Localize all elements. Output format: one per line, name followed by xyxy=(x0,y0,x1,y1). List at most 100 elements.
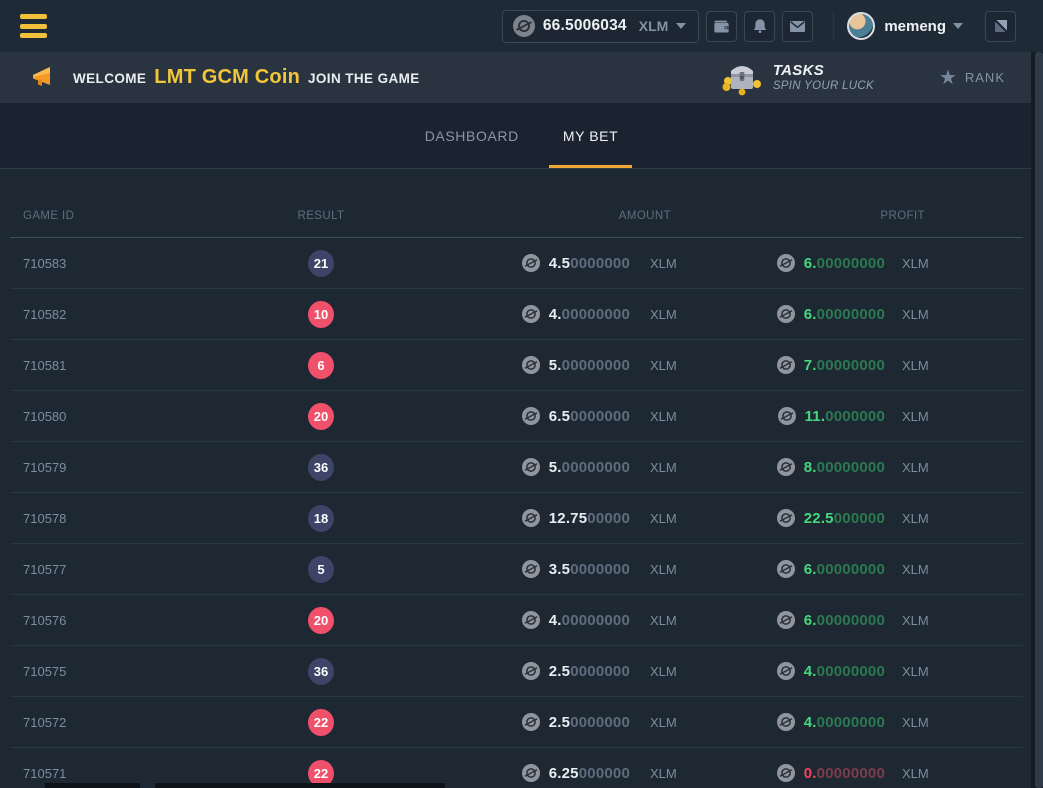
wallet-button[interactable] xyxy=(706,11,737,42)
xlm-coin-icon xyxy=(522,305,540,323)
tasks-title: TASKS xyxy=(773,62,874,79)
my-bet-table: GAME ID RESULT AMOUNT PROFIT 710583 21 4.5… xyxy=(10,169,1023,788)
rank-link[interactable]: ★ RANK xyxy=(939,68,1005,88)
table-row[interactable]: 710580206.50000000XLM11.0000000XLM xyxy=(10,391,1023,442)
result-cell: 22 xyxy=(273,709,369,736)
profit-cell: 6.00000000 xyxy=(745,560,885,578)
chevron-down-icon xyxy=(676,23,686,29)
game-id-cell: 710575 xyxy=(23,664,273,679)
tasks-subtitle: SPIN YOUR LUCK xyxy=(773,80,874,93)
table-row[interactable]: 710572222.50000000XLM4.00000000XLM xyxy=(10,697,1023,748)
xlm-coin-icon xyxy=(777,560,795,578)
chevron-down-icon[interactable] xyxy=(953,23,963,29)
amount-cell: 6.25000000 xyxy=(369,764,630,782)
xlm-coin-icon xyxy=(777,305,795,323)
chat-icon xyxy=(992,17,1010,35)
profit-currency: XLM xyxy=(885,715,1023,730)
amount-cell: 4.50000000 xyxy=(369,254,630,272)
amount-currency: XLM xyxy=(630,409,745,424)
hamburger-menu-icon[interactable] xyxy=(20,14,47,38)
profit-cell: 0.00000000 xyxy=(745,764,885,782)
xlm-coin-icon xyxy=(522,764,540,782)
navbar-separator xyxy=(833,11,834,41)
table-row[interactable]: 71058165.00000000XLM7.00000000XLM xyxy=(10,340,1023,391)
megaphone-icon xyxy=(30,65,58,91)
chat-toggle-button[interactable] xyxy=(985,11,1016,42)
amount-currency: XLM xyxy=(630,511,745,526)
balance-amount: 66.5006034 xyxy=(543,17,627,35)
top-navbar: 66.5006034 XLM memeng xyxy=(0,0,1043,52)
profit-currency: XLM xyxy=(885,307,1023,322)
amount-cell: 3.50000000 xyxy=(369,560,630,578)
username[interactable]: memeng xyxy=(884,18,946,35)
result-badge: 18 xyxy=(308,505,334,532)
result-cell: 21 xyxy=(273,250,369,277)
cropped-footer-strip xyxy=(155,783,445,788)
game-id-cell: 710579 xyxy=(23,460,273,475)
announcement-banner: WELCOME LMT GCM Coin JOIN THE GAME xyxy=(0,52,1043,103)
profit-cell: 11.0000000 xyxy=(745,407,885,425)
header-result: RESULT xyxy=(273,210,369,222)
result-cell: 6 xyxy=(273,352,369,379)
amount-cell: 5.00000000 xyxy=(369,356,630,374)
amount-cell: 2.50000000 xyxy=(369,662,630,680)
scrollbar-thumb[interactable] xyxy=(1035,52,1043,788)
table-row[interactable]: 7105781812.7500000XLM22.5000000XLM xyxy=(10,493,1023,544)
table-row[interactable]: 710576204.00000000XLM6.00000000XLM xyxy=(10,595,1023,646)
result-badge: 10 xyxy=(308,301,334,328)
result-cell: 20 xyxy=(273,403,369,430)
app-root: 66.5006034 XLM memeng xyxy=(0,0,1043,788)
amount-cell: 12.7500000 xyxy=(369,509,630,527)
result-cell: 20 xyxy=(273,607,369,634)
profit-cell: 6.00000000 xyxy=(745,611,885,629)
table-row[interactable]: 710579365.00000000XLM8.00000000XLM xyxy=(10,442,1023,493)
result-cell: 36 xyxy=(273,454,369,481)
game-id-cell: 710578 xyxy=(23,511,273,526)
header-game-id: GAME ID xyxy=(23,210,273,222)
welcome-message: WELCOME LMT GCM Coin JOIN THE GAME xyxy=(73,66,420,89)
rank-label: RANK xyxy=(965,70,1005,85)
game-id-cell: 710577 xyxy=(23,562,273,577)
game-id-cell: 710571 xyxy=(23,766,273,781)
result-badge: 6 xyxy=(308,352,334,379)
game-id-cell: 710580 xyxy=(23,409,273,424)
star-icon: ★ xyxy=(939,68,957,88)
amount-currency: XLM xyxy=(630,358,745,373)
profit-currency: XLM xyxy=(885,256,1023,271)
welcome-suffix: JOIN THE GAME xyxy=(308,71,420,86)
xlm-coin-icon xyxy=(522,356,540,374)
result-badge: 21 xyxy=(308,250,334,277)
tab-dashboard[interactable]: DASHBOARD xyxy=(411,103,533,168)
table-row[interactable]: 710575362.50000000XLM4.00000000XLM xyxy=(10,646,1023,697)
xlm-coin-icon xyxy=(777,662,795,680)
profit-currency: XLM xyxy=(885,766,1023,781)
messages-button[interactable] xyxy=(782,11,813,42)
table-row[interactable]: 710583214.50000000XLM6.00000000XLM xyxy=(10,238,1023,289)
result-badge: 5 xyxy=(308,556,334,583)
table-header: GAME ID RESULT AMOUNT PROFIT xyxy=(10,169,1023,238)
game-id-cell: 710581 xyxy=(23,358,273,373)
tab-my-bet[interactable]: MY BET xyxy=(549,103,632,168)
xlm-coin-icon xyxy=(522,662,540,680)
tab-bar: DASHBOARD MY BET xyxy=(0,103,1043,169)
amount-currency: XLM xyxy=(630,766,745,781)
amount-cell: 5.00000000 xyxy=(369,458,630,476)
scrollbar-track[interactable] xyxy=(1031,52,1043,788)
balance-currency: XLM xyxy=(639,18,669,34)
avatar[interactable] xyxy=(847,12,875,40)
balance-selector[interactable]: 66.5006034 XLM xyxy=(502,10,699,43)
amount-currency: XLM xyxy=(630,664,745,679)
profit-currency: XLM xyxy=(885,613,1023,628)
table-row[interactable]: 71057753.50000000XLM6.00000000XLM xyxy=(10,544,1023,595)
cropped-footer-strip xyxy=(45,783,140,788)
table-row[interactable]: 710582104.00000000XLM6.00000000XLM xyxy=(10,289,1023,340)
table-row[interactable]: 710571226.25000000XLM0.00000000XLM xyxy=(10,748,1023,788)
profit-currency: XLM xyxy=(885,664,1023,679)
amount-currency: XLM xyxy=(630,307,745,322)
game-id-cell: 710583 xyxy=(23,256,273,271)
header-profit: PROFIT xyxy=(745,210,1023,222)
profit-currency: XLM xyxy=(885,409,1023,424)
notifications-button[interactable] xyxy=(744,11,775,42)
tasks-link[interactable]: TASKS SPIN YOUR LUCK xyxy=(721,59,874,97)
profit-cell: 4.00000000 xyxy=(745,713,885,731)
